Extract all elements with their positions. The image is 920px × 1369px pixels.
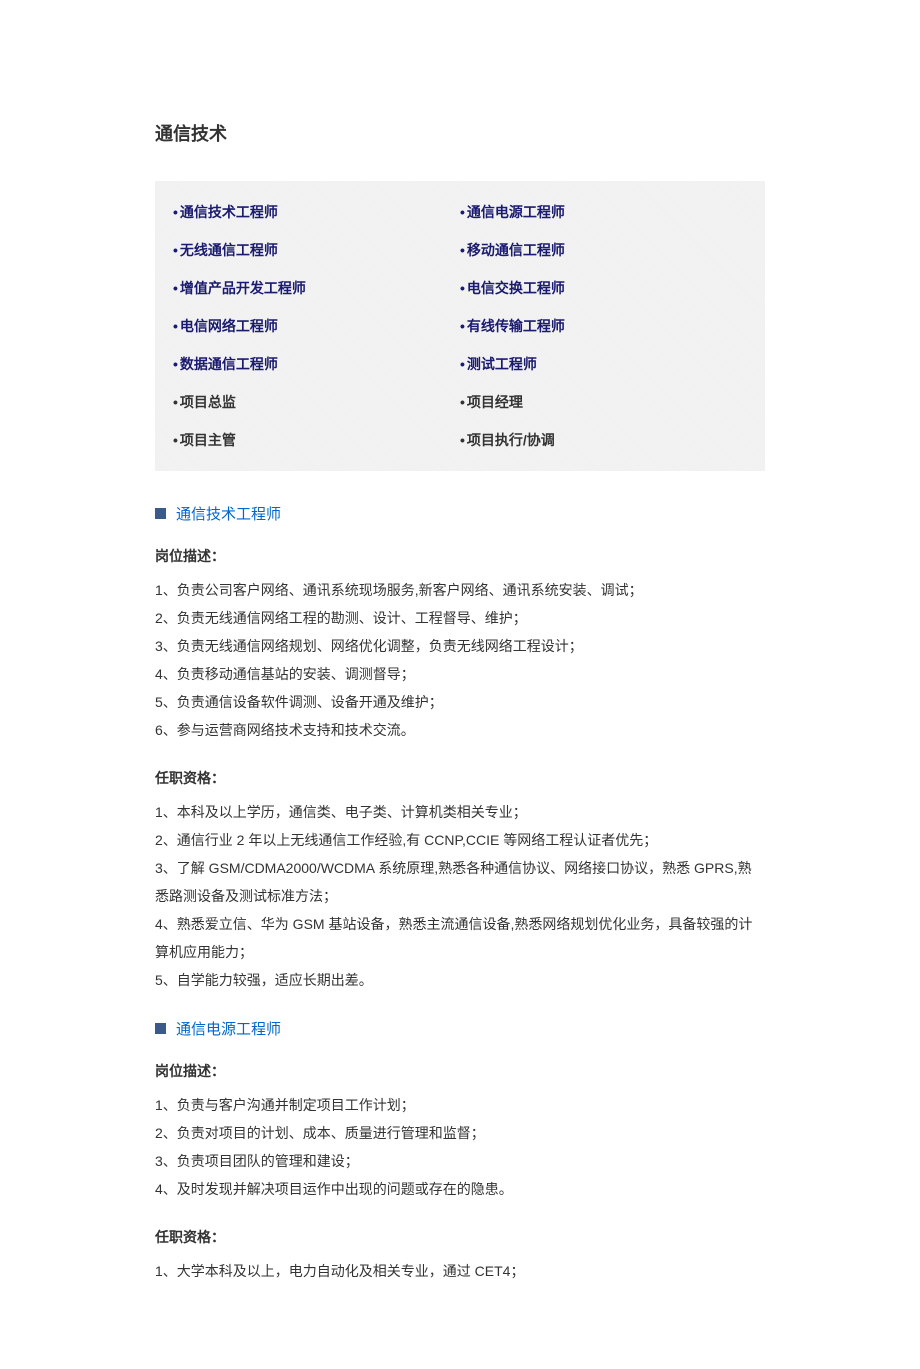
content-list: 1、本科及以上学历，通信类、电子类、计算机类相关专业；2、通信行业 2 年以上无… [155, 798, 765, 994]
section-title[interactable]: 通信电源工程师 [176, 1018, 281, 1039]
sub-heading: 任职资格： [155, 768, 765, 788]
content-list: 1、负责公司客户网络、通讯系统现场服务,新客户网络、通讯系统安装、调试；2、负责… [155, 576, 765, 744]
job-link[interactable]: •增值产品开发工程师 [173, 278, 460, 298]
job-row: •电信网络工程师•有线传输工程师 [173, 307, 747, 345]
job-row: •项目总监•项目经理 [173, 383, 747, 421]
job-link[interactable]: •电信网络工程师 [173, 316, 460, 336]
job-row: •项目主管•项目执行/协调 [173, 421, 747, 459]
content-line: 5、自学能力较强，适应长期出差。 [155, 966, 765, 994]
job-category-table: •通信技术工程师•通信电源工程师•无线通信工程师•移动通信工程师•增值产品开发工… [155, 181, 765, 471]
content-line: 6、参与运营商网络技术支持和技术交流。 [155, 716, 765, 744]
job-link[interactable]: •通信技术工程师 [173, 202, 460, 222]
content-line: 5、负责通信设备软件调测、设备开通及维护； [155, 688, 765, 716]
bullet-icon: • [173, 432, 178, 448]
square-icon [155, 1023, 166, 1034]
bullet-icon: • [460, 204, 465, 220]
job-row: •数据通信工程师•测试工程师 [173, 345, 747, 383]
content-line: 3、负责项目团队的管理和建设； [155, 1147, 765, 1175]
job-label: 电信交换工程师 [467, 280, 565, 296]
job-label: 项目执行/协调 [467, 432, 555, 448]
content-line: 4、负责移动通信基站的安装、调测督导； [155, 660, 765, 688]
bullet-icon: • [460, 394, 465, 410]
content-list: 1、大学本科及以上，电力自动化及相关专业，通过 CET4； [155, 1257, 765, 1285]
content-line: 1、大学本科及以上，电力自动化及相关专业，通过 CET4； [155, 1257, 765, 1285]
job-link[interactable]: •测试工程师 [460, 354, 747, 374]
content-line: 2、负责对项目的计划、成本、质量进行管理和监督； [155, 1119, 765, 1147]
job-row: •无线通信工程师•移动通信工程师 [173, 231, 747, 269]
job-link: •项目经理 [460, 392, 747, 412]
bullet-icon: • [460, 356, 465, 372]
job-row: •通信技术工程师•通信电源工程师 [173, 193, 747, 231]
job-label: 项目主管 [180, 432, 236, 448]
content-line: 3、负责无线通信网络规划、网络优化调整，负责无线网络工程设计； [155, 632, 765, 660]
bullet-icon: • [173, 280, 178, 296]
content-line: 1、负责公司客户网络、通讯系统现场服务,新客户网络、通讯系统安装、调试； [155, 576, 765, 604]
job-link[interactable]: •数据通信工程师 [173, 354, 460, 374]
section-header: 通信技术工程师 [155, 503, 765, 524]
job-label: 电信网络工程师 [180, 318, 278, 334]
job-link[interactable]: •移动通信工程师 [460, 240, 747, 260]
content-line: 2、通信行业 2 年以上无线通信工作经验,有 CCNP,CCIE 等网络工程认证… [155, 826, 765, 854]
page-title: 通信技术 [155, 120, 765, 146]
job-label: 项目经理 [467, 394, 523, 410]
job-link[interactable]: •无线通信工程师 [173, 240, 460, 260]
bullet-icon: • [173, 318, 178, 334]
sub-heading: 任职资格： [155, 1227, 765, 1247]
job-row: •增值产品开发工程师•电信交换工程师 [173, 269, 747, 307]
bullet-icon: • [460, 242, 465, 258]
job-label: 通信电源工程师 [467, 204, 565, 220]
content-line: 4、熟悉爱立信、华为 GSM 基站设备，熟悉主流通信设备,熟悉网络规划优化业务，… [155, 910, 765, 966]
job-link[interactable]: •电信交换工程师 [460, 278, 747, 298]
content-line: 1、负责与客户沟通并制定项目工作计划； [155, 1091, 765, 1119]
content-list: 1、负责与客户沟通并制定项目工作计划；2、负责对项目的计划、成本、质量进行管理和… [155, 1091, 765, 1203]
content-line: 3、了解 GSM/CDMA2000/WCDMA 系统原理,熟悉各种通信协议、网络… [155, 854, 765, 910]
bullet-icon: • [460, 432, 465, 448]
section-title[interactable]: 通信技术工程师 [176, 503, 281, 524]
job-label: 通信技术工程师 [180, 204, 278, 220]
job-link: •项目总监 [173, 392, 460, 412]
bullet-icon: • [460, 280, 465, 296]
bullet-icon: • [173, 204, 178, 220]
job-label: 数据通信工程师 [180, 356, 278, 372]
content-line: 4、及时发现并解决项目运作中出现的问题或存在的隐患。 [155, 1175, 765, 1203]
content-line: 1、本科及以上学历，通信类、电子类、计算机类相关专业； [155, 798, 765, 826]
job-label: 无线通信工程师 [180, 242, 278, 258]
sub-heading: 岗位描述： [155, 1061, 765, 1081]
content-line: 2、负责无线通信网络工程的勘测、设计、工程督导、维护； [155, 604, 765, 632]
sub-heading: 岗位描述： [155, 546, 765, 566]
square-icon [155, 508, 166, 519]
bullet-icon: • [173, 394, 178, 410]
job-label: 有线传输工程师 [467, 318, 565, 334]
job-label: 移动通信工程师 [467, 242, 565, 258]
bullet-icon: • [460, 318, 465, 334]
job-label: 增值产品开发工程师 [180, 280, 306, 296]
job-label: 项目总监 [180, 394, 236, 410]
job-link[interactable]: •通信电源工程师 [460, 202, 747, 222]
job-link[interactable]: •有线传输工程师 [460, 316, 747, 336]
job-link: •项目主管 [173, 430, 460, 450]
job-label: 测试工程师 [467, 356, 537, 372]
bullet-icon: • [173, 242, 178, 258]
bullet-icon: • [173, 356, 178, 372]
job-link: •项目执行/协调 [460, 430, 747, 450]
section-header: 通信电源工程师 [155, 1018, 765, 1039]
